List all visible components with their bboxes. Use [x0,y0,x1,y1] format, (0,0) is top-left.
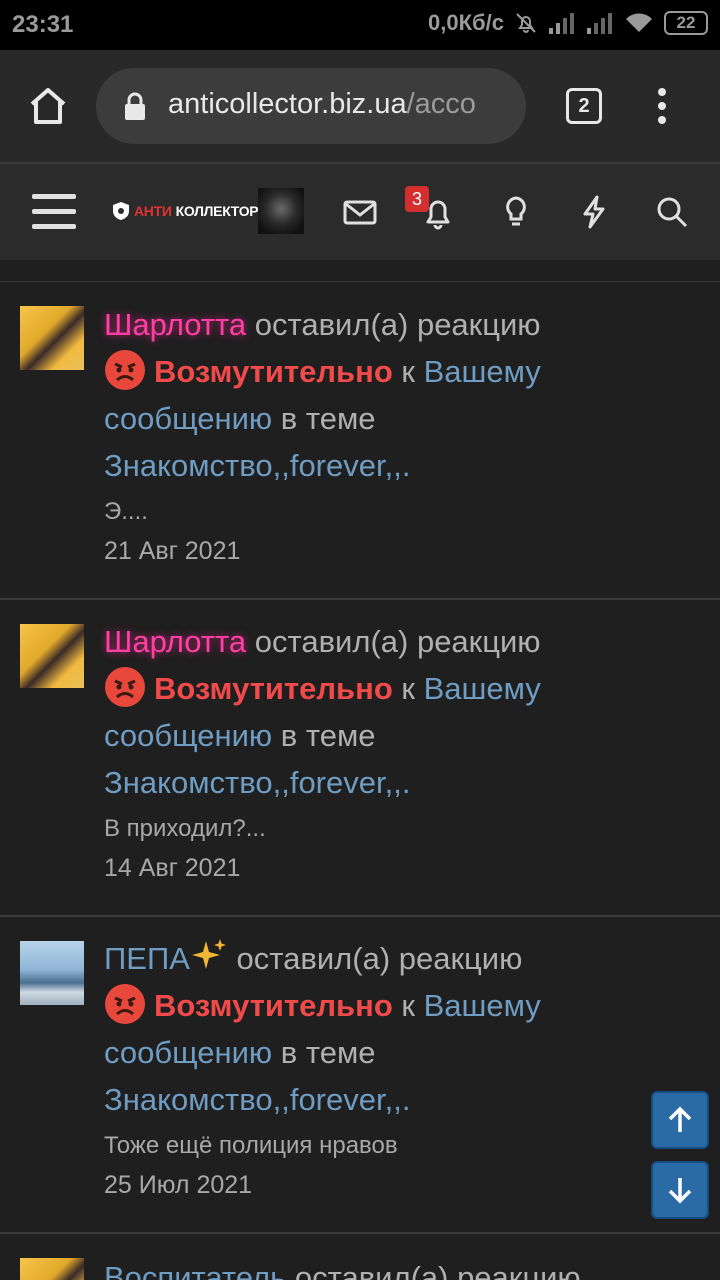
mail-icon[interactable] [340,192,380,232]
shield-icon [113,202,129,220]
action-text: оставил(а) реакцию [254,307,541,342]
avatar[interactable] [20,306,84,370]
topic-link[interactable]: Знакомство,,forever,,. [104,448,410,483]
lightning-icon[interactable] [574,192,614,232]
action-text: оставил(а) реакцию [236,941,523,976]
wifi-icon [626,13,652,32]
in-topic-text: в теме [280,718,376,753]
tab-switcher-button[interactable]: 2 [566,88,602,124]
alerts-badge: 3 [405,186,429,212]
status-bar: 23:31 0,0Кб/с 22 [0,0,720,50]
username-link[interactable]: Шарлотта [104,307,246,342]
notification-date: 21 Авг 2021 [104,537,241,565]
lock-icon [125,92,145,120]
notification-date: 14 Авг 2021 [104,854,241,882]
site-logo[interactable]: АНТИ КОЛЛЕКТОР [112,200,259,222]
address-bar[interactable]: anticollector.biz.ua/acco [96,68,526,144]
site-header: АНТИ КОЛЛЕКТОР 3 [0,164,720,260]
post-link[interactable]: Вашему [424,671,541,706]
in-topic-text: в теме [280,401,376,436]
username-link[interactable]: ПЕПА [104,941,190,976]
scroll-down-button[interactable] [651,1161,709,1219]
angry-face-icon [105,350,145,390]
user-avatar[interactable] [258,188,304,234]
message-snippet: Тоже ещё полиция нравов [104,1132,398,1159]
more-vert-icon[interactable] [650,86,674,126]
username-link[interactable]: Воспитатель [104,1260,286,1280]
to-text: к [401,988,415,1023]
post-link-2[interactable]: сообщению [104,401,272,436]
status-time: 23:31 [12,11,74,38]
arrow-up-icon [668,1106,692,1132]
battery-indicator: 22 [664,11,708,35]
username-link[interactable]: Шарлотта [104,624,246,659]
topic-link[interactable]: Знакомство,,forever,,. [104,1082,410,1117]
angry-face-icon [105,667,145,707]
sparkles-icon [191,939,226,969]
net-speed: 0,0Кб/с [428,10,504,35]
action-text: оставил(а) реакцию [254,624,541,659]
search-icon[interactable] [652,192,692,232]
to-text: к [401,354,415,389]
logo-text-white: КОЛЛЕКТОР [175,203,259,219]
action-text: оставил(а) реакцию [294,1260,581,1280]
message-snippet: Э.... [104,498,148,525]
scroll-up-button[interactable] [651,1091,709,1149]
avatar[interactable] [20,1258,84,1280]
header-gap [0,260,720,282]
notification-date: 25 Июл 2021 [104,1171,253,1199]
signal-icon [549,13,574,34]
avatar[interactable] [20,941,84,1005]
lightbulb-icon[interactable] [496,192,536,232]
message-snippet: В приходил?... [104,815,266,842]
in-topic-text: в теме [280,1035,376,1070]
post-link[interactable]: Вашему [424,988,541,1023]
avatar[interactable] [20,624,84,688]
url-domain: anticollector.biz.ua [168,88,407,120]
angry-face-icon [105,984,145,1024]
topic-link[interactable]: Знакомство,,forever,,. [104,765,410,800]
signal-icon-2 [587,13,612,34]
post-link-2[interactable]: сообщению [104,718,272,753]
arrow-down-icon [668,1178,692,1204]
url-text: anticollector.biz.ua/acco [168,88,476,121]
post-link[interactable]: Вашему [424,354,541,389]
post-link-2[interactable]: сообщению [104,1035,272,1070]
to-text: к [401,671,415,706]
reaction-label: Возмутительно [154,988,393,1023]
reaction-label: Возмутительно [154,671,393,706]
mute-bell-icon [516,13,536,33]
reaction-label: Возмутительно [154,354,393,389]
browser-toolbar: anticollector.biz.ua/acco 2 [0,50,720,162]
home-icon[interactable] [24,82,72,130]
url-path: /acco [406,88,476,120]
notification-item[interactable]: Шарлотта оставил(а) реакцию Возмутительн… [0,600,720,917]
menu-hamburger-icon[interactable] [32,194,76,230]
notification-item[interactable]: Воспитатель оставил(а) реакцию [0,1236,720,1280]
logo-text-red: АНТИ [134,203,172,219]
notification-item[interactable]: ПЕПА оставил(а) реакцию Возмутительно к … [0,917,720,1234]
notification-item[interactable]: Шарлотта оставил(а) реакцию Возмутительн… [0,283,720,600]
